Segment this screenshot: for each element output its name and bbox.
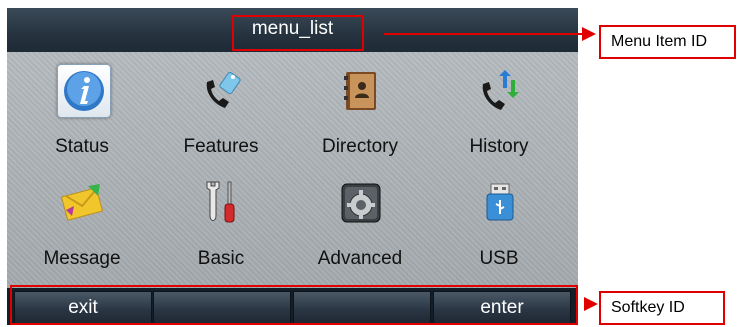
menu-item-usb[interactable]: USB bbox=[439, 170, 559, 280]
arrow-head-icon bbox=[584, 297, 598, 311]
menu-item-label: Features bbox=[183, 136, 259, 157]
envelope-icon bbox=[60, 180, 106, 226]
menu-grid: Status Features Directory History Messag… bbox=[7, 52, 578, 288]
menu-item-label: Directory bbox=[321, 136, 398, 157]
menu-grid-area: Status Features Directory History Messag… bbox=[7, 52, 578, 288]
phone-screen: menu_list Status Features Directory Hist… bbox=[7, 8, 578, 325]
menu-item-id-callout: Menu Item ID bbox=[599, 25, 736, 59]
softkey-id-highlight bbox=[10, 285, 578, 325]
menu-item-label: Basic bbox=[197, 248, 245, 269]
menu-item-id-arrow-line bbox=[384, 33, 584, 35]
menu-item-label: Message bbox=[43, 248, 121, 269]
menu-item-label: USB bbox=[479, 248, 519, 269]
gear-advanced-icon bbox=[338, 180, 384, 226]
arrow-head-icon bbox=[582, 27, 596, 41]
menu-item-message[interactable]: Message bbox=[22, 170, 142, 280]
usb-icon bbox=[477, 180, 523, 226]
menu-item-basic[interactable]: Basic bbox=[161, 170, 281, 280]
menu-item-id-highlight bbox=[232, 15, 364, 51]
info-icon bbox=[57, 64, 111, 118]
menu-item-features[interactable]: Features bbox=[161, 58, 281, 168]
phone-tag-icon bbox=[199, 68, 245, 114]
call-history-icon bbox=[477, 68, 523, 114]
menu-item-directory[interactable]: Directory bbox=[300, 58, 420, 168]
menu-item-label: Status bbox=[55, 136, 109, 157]
menu-item-status[interactable]: Status bbox=[22, 58, 142, 168]
wrench-screwdriver-icon bbox=[199, 180, 245, 226]
menu-item-history[interactable]: History bbox=[439, 58, 559, 168]
softkey-id-callout: Softkey ID bbox=[599, 291, 725, 325]
menu-item-label: Advanced bbox=[317, 248, 403, 269]
menu-item-label: History bbox=[469, 136, 529, 157]
address-book-icon bbox=[338, 68, 384, 114]
menu-item-advanced[interactable]: Advanced bbox=[300, 170, 420, 280]
